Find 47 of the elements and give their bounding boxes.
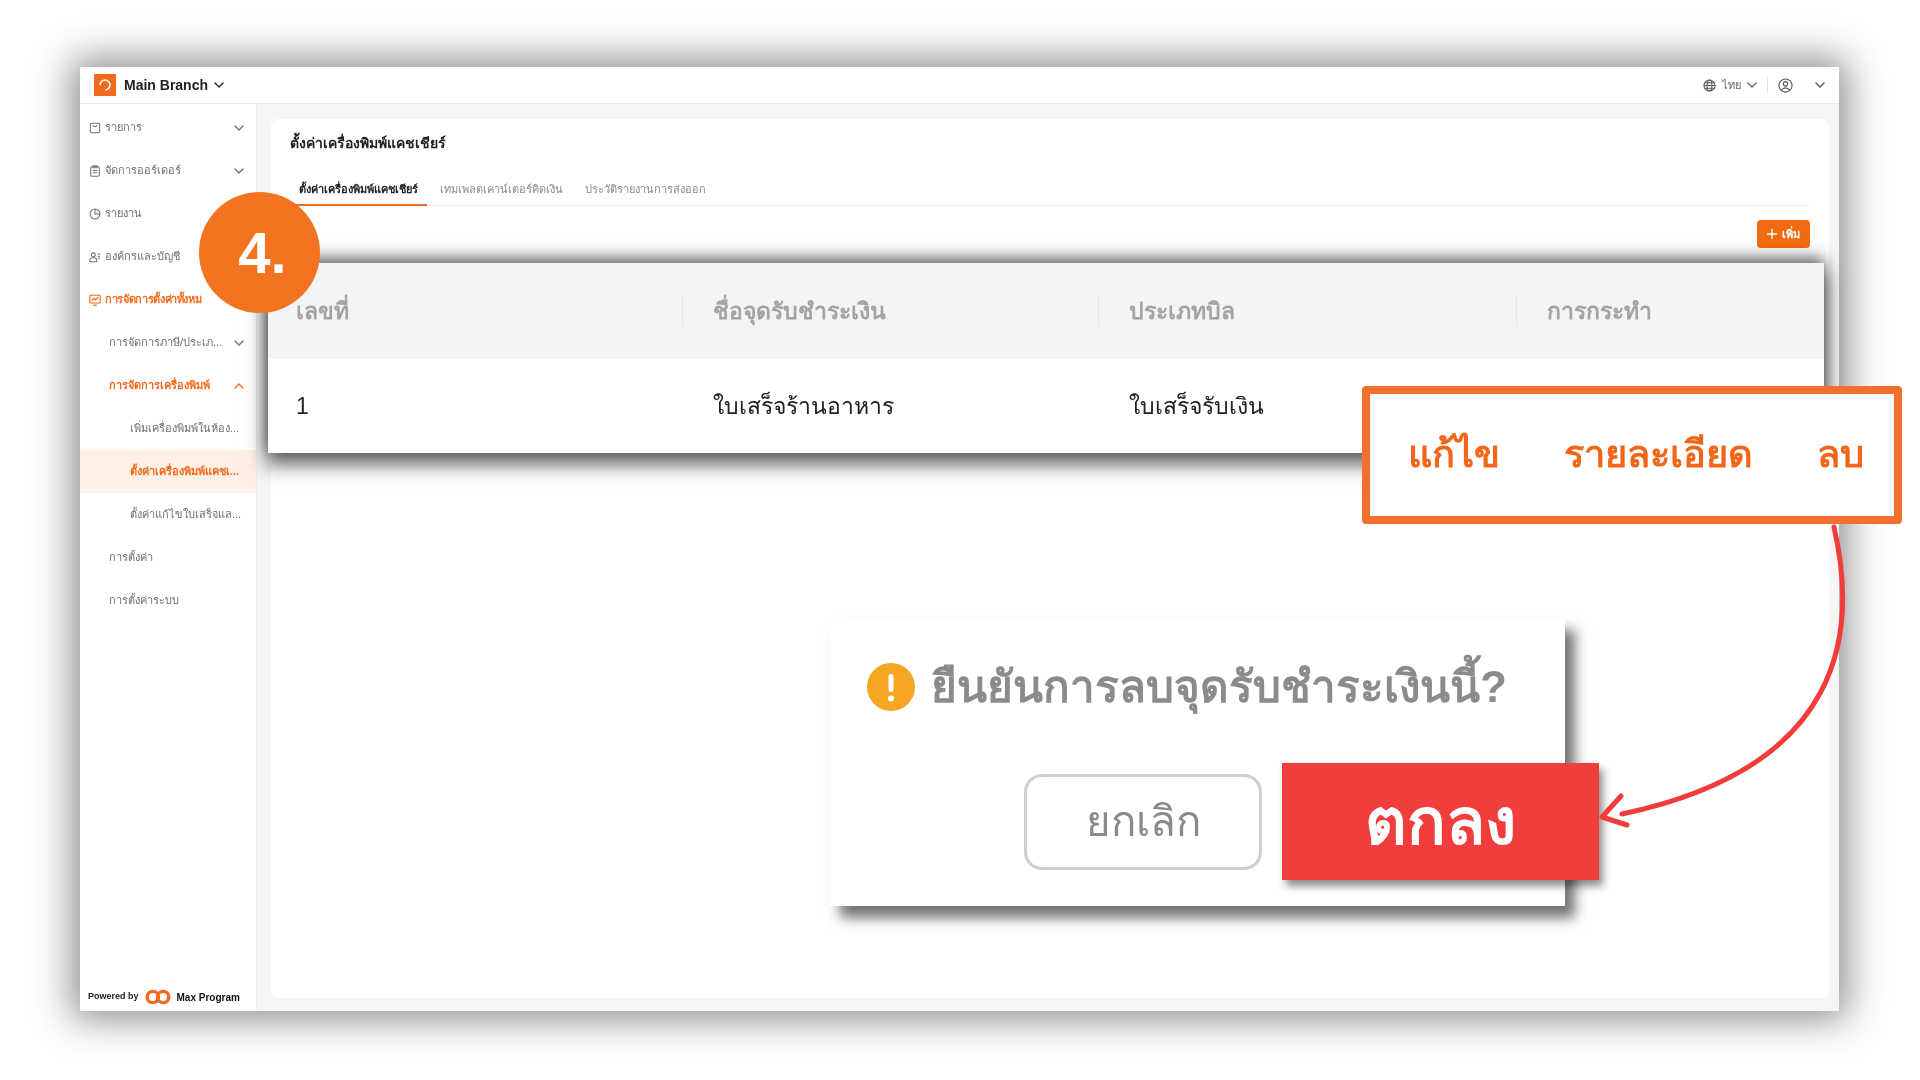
logo-icon [94,74,116,96]
table-cell-text: ใบเสร็จร้านอาหาร [713,390,894,421]
rings-logo-icon [144,989,171,1005]
brand-name: Max Program [176,990,240,1005]
users-icon [89,250,101,263]
cancel-button[interactable]: ยกเลิก [1024,773,1262,870]
add-button[interactable]: เพิ่ม [1757,220,1810,248]
clipboard-icon [89,164,101,177]
chevron-down-icon [1747,82,1757,88]
language-dropdown[interactable]: ไทย [1703,76,1757,94]
sidebar-item[interactable]: รายงาน [80,206,142,221]
sidebar-item[interactable]: การจัดการตั้งค่าทั้งหม [80,292,202,307]
ok-button[interactable]: ตกลง [1282,763,1599,880]
column-header: ประเภทบิล [1129,296,1235,326]
table-cell-text: 1 [296,391,309,421]
chevron-down-icon [1815,82,1825,88]
pie-chart-icon [89,207,101,220]
tab[interactable]: เทมเพลตเคาน์เตอร์คิดเงิน [431,173,572,206]
plus-icon [1767,229,1777,239]
sidebar-item[interactable]: ตั้งค่าเครื่องพิมพ์แคชเ... [80,450,256,493]
action-link[interactable]: แก้ไข [1408,432,1500,478]
user-icon [1778,77,1793,93]
warning-icon [867,663,915,711]
sidebar-item[interactable]: การตั้งค่าระบบ [80,593,179,608]
chevron-down-icon [214,82,224,88]
action-link[interactable]: รายละเอียด [1564,432,1753,478]
sidebar-item[interactable]: การตั้งค่า [80,550,153,565]
column-header: การกระทำ [1547,296,1652,326]
confirm-message: ยืนยันการลบจุดรับชำระเงินนี้? [931,654,1507,720]
sidebar-item[interactable]: ตั้งค่าแก้ไขใบเสร็จแล... [80,507,242,522]
sidebar-item[interactable]: การจัดการภาษี/ประเภ... [80,321,256,364]
table-cell-text: ใบเสร็จรับเงิน [1129,390,1264,421]
sidebar-item[interactable]: รายการ [80,106,256,149]
account-menu[interactable] [1778,77,1825,93]
sidebar-item[interactable]: การจัดการเครื่องพิมพ์ [80,364,256,407]
bag-icon [89,121,101,134]
sidebar-item[interactable]: จัดการออร์เดอร์ [80,149,256,192]
tab[interactable]: ประวัติรายงานการส่งออก [576,173,715,206]
column-header: ชื่อจุดรับชำระเงิน [713,293,886,329]
sidebar-item[interactable]: เพิ่มเครื่องพิมพ์ในห้อง... [80,421,240,436]
page-title: ตั้งค่าเครื่องพิมพ์แคชเชียร์ [290,133,1810,153]
action-link[interactable]: ลบ [1817,432,1864,478]
powered-by-text: Powered by [88,990,139,1004]
branch-dropdown[interactable]: Main Branch [124,74,224,96]
sidebar-item[interactable]: องค์กรและบัญชี [80,249,180,264]
globe-icon [1703,78,1716,92]
monitor-icon [89,293,101,306]
